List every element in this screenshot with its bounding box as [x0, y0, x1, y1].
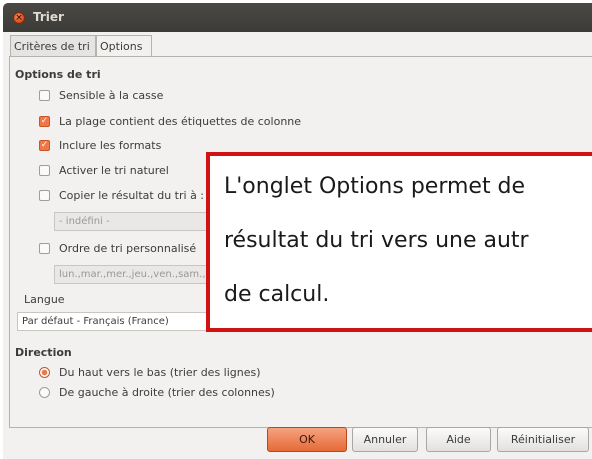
copy-target-field[interactable]: - indéfini - — [54, 212, 214, 231]
language-label: Langue — [24, 293, 65, 306]
include-formats-checkbox[interactable]: ✓ — [39, 140, 50, 151]
column-labels-label: La plage contient des étiquettes de colo… — [59, 115, 302, 128]
window-title: Trier — [33, 10, 64, 24]
ok-button[interactable]: OK — [267, 427, 347, 452]
copy-result-checkbox[interactable] — [39, 190, 50, 201]
case-sensitive-checkbox[interactable] — [39, 90, 50, 101]
column-labels-checkbox[interactable]: ✓ — [39, 116, 50, 127]
callout-line-3: de calcul. — [224, 282, 330, 307]
copy-result-label: Copier le résultat du tri à : — [59, 189, 205, 202]
natural-sort-label: Activer le tri naturel — [59, 164, 169, 177]
help-button[interactable]: Aide — [426, 427, 491, 452]
language-select[interactable]: Par défaut - Français (France) — [17, 312, 213, 331]
tab-options[interactable]: Options — [96, 35, 152, 57]
direction-top-bottom-label: Du haut vers le bas (trier des lignes) — [59, 366, 261, 379]
reset-button[interactable]: Réinitialiser — [497, 427, 589, 452]
annotation-callout: L'onglet Options permet de résultat du t… — [206, 152, 592, 332]
tab-sort-criteria[interactable]: Critères de tri — [10, 35, 96, 57]
direction-left-right-label: De gauche à droite (trier des colonnes) — [59, 386, 275, 399]
custom-order-label: Ordre de tri personnalisé — [59, 242, 197, 255]
direction-heading: Direction — [15, 346, 72, 359]
custom-order-checkbox[interactable] — [39, 243, 50, 254]
close-icon[interactable]: × — [13, 12, 25, 24]
cancel-button[interactable]: Annuler — [352, 427, 418, 452]
custom-order-select[interactable]: lun.,mar.,mer.,jeu.,ven.,sam.,dim. — [54, 265, 214, 284]
window-titlebar[interactable]: × Trier — [3, 3, 592, 32]
callout-line-1: L'onglet Options permet de — [224, 174, 526, 199]
natural-sort-checkbox[interactable] — [39, 165, 50, 176]
case-sensitive-label: Sensible à la casse — [59, 89, 164, 102]
direction-top-bottom-radio[interactable] — [39, 367, 50, 378]
direction-left-right-radio[interactable] — [39, 387, 50, 398]
sort-options-heading: Options de tri — [15, 68, 101, 81]
include-formats-label: Inclure les formats — [59, 139, 162, 152]
callout-line-2: résultat du tri vers une autr — [224, 228, 529, 253]
